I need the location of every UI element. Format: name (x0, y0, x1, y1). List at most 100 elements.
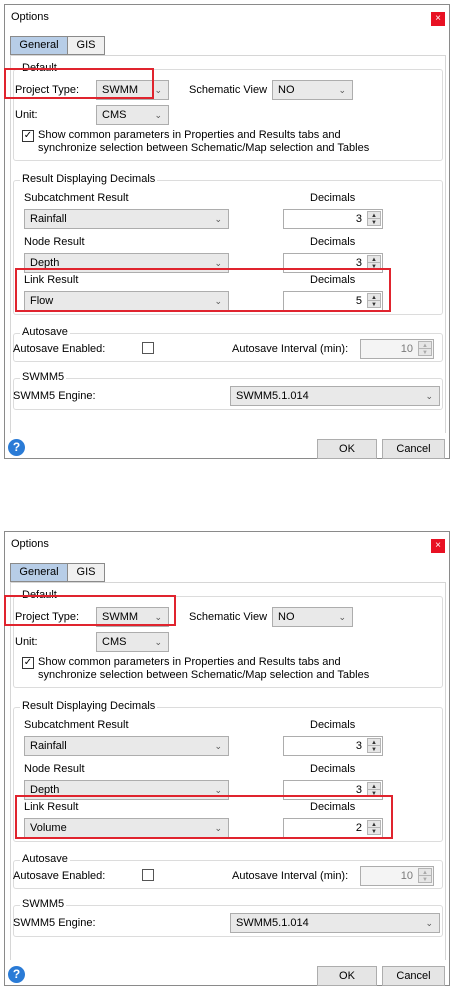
sync-text-line1: Show common parameters in Properties and… (38, 656, 341, 668)
schematic-view-dropdown[interactable]: NO ⌄ (272, 80, 353, 100)
autosave-interval-input[interactable]: 10 ▲ ▼ (360, 866, 434, 886)
cancel-button[interactable]: Cancel (382, 966, 445, 986)
tab-general[interactable]: General (10, 563, 68, 582)
close-icon[interactable]: × (431, 12, 445, 26)
subcatchment-decimals-value: 3 (355, 740, 362, 752)
title-bar: Options × (5, 532, 449, 557)
ok-button[interactable]: OK (317, 966, 377, 986)
schematic-view-value: NO (278, 84, 295, 96)
autosave-enabled-label: Autosave Enabled: (13, 343, 106, 355)
subcatchment-result-label: Subcatchment Result (24, 719, 129, 731)
subcatchment-decimals-input[interactable]: 3 ▲ ▼ (283, 209, 383, 229)
subcatchment-result-dropdown[interactable]: Rainfall ⌄ (24, 209, 229, 229)
autosave-interval-label: Autosave Interval (min): (232, 343, 349, 355)
spin-down-icon[interactable]: ▼ (418, 348, 432, 356)
options-dialog-2: Options × General GIS Default Project Ty… (4, 531, 450, 986)
spinner[interactable]: ▲ ▼ (418, 868, 432, 884)
sync-checkbox[interactable]: ✓ (22, 130, 34, 142)
subcatchment-decimals-label: Decimals (310, 192, 356, 204)
sync-text-line2: synchronize selection between Schematic/… (38, 669, 370, 681)
general-tab-page: Default Project Type: SWMM ⌄ Schematic Vi… (10, 55, 446, 433)
chevron-down-icon: ⌄ (338, 85, 346, 95)
autosave-group: Autosave Autosave Enabled: Autosave Inte… (13, 326, 443, 362)
cancel-button[interactable]: Cancel (382, 439, 445, 459)
spin-down-icon[interactable]: ▼ (367, 745, 381, 753)
schematic-view-label: Schematic View (189, 84, 268, 96)
sync-checkbox[interactable]: ✓ (22, 657, 34, 669)
sync-text-line1: Show common parameters in Properties and… (38, 129, 341, 141)
chevron-down-icon: ⌄ (425, 918, 433, 928)
spinner[interactable]: ▲ ▼ (418, 341, 432, 357)
autosave-group: Autosave Autosave Enabled: Autosave Inte… (13, 853, 443, 889)
highlight-project-type (4, 68, 154, 99)
ok-button[interactable]: OK (317, 439, 377, 459)
unit-dropdown[interactable]: CMS ⌄ (96, 632, 169, 652)
subcatchment-result-value: Rainfall (30, 740, 67, 752)
node-decimals-label: Decimals (310, 236, 356, 248)
autosave-enabled-checkbox[interactable] (142, 342, 154, 354)
autosave-interval-value: 10 (400, 870, 413, 882)
chevron-down-icon: ⌄ (154, 637, 162, 647)
node-result-label: Node Result (24, 236, 85, 248)
help-icon[interactable]: ? (8, 966, 25, 983)
sync-text-line2: synchronize selection between Schematic/… (38, 142, 370, 154)
swmm5-engine-dropdown[interactable]: SWMM5.1.014 ⌄ (230, 386, 440, 406)
swmm5-engine-value: SWMM5.1.014 (236, 390, 309, 402)
subcatchment-result-value: Rainfall (30, 213, 67, 225)
schematic-view-label: Schematic View (189, 611, 268, 623)
help-icon[interactable]: ? (8, 439, 25, 456)
spin-down-icon[interactable]: ▼ (367, 218, 381, 226)
autosave-interval-input[interactable]: 10 ▲ ▼ (360, 339, 434, 359)
swmm5-engine-label: SWMM5 Engine: (13, 917, 96, 929)
chevron-down-icon: ⌄ (425, 391, 433, 401)
autosave-interval-label: Autosave Interval (min): (232, 870, 349, 882)
tab-gis[interactable]: GIS (67, 563, 105, 582)
close-icon[interactable]: × (431, 539, 445, 553)
unit-label: Unit: (15, 109, 38, 121)
swmm5-group: SWMM5 SWMM5 Engine: SWMM5.1.014 ⌄ (13, 898, 443, 937)
autosave-enabled-label: Autosave Enabled: (13, 870, 106, 882)
check-icon: ✓ (23, 657, 33, 668)
swmm5-engine-dropdown[interactable]: SWMM5.1.014 ⌄ (230, 913, 440, 933)
highlight-project-type (4, 595, 176, 626)
spinner[interactable]: ▲ ▼ (367, 738, 381, 754)
chevron-down-icon: ⌄ (338, 612, 346, 622)
autosave-enabled-checkbox[interactable] (142, 869, 154, 881)
subcatchment-decimals-input[interactable]: 3 ▲ ▼ (283, 736, 383, 756)
schematic-view-dropdown[interactable]: NO ⌄ (272, 607, 353, 627)
decimals-group-legend: Result Displaying Decimals (20, 700, 158, 712)
options-dialog-1: Options × General GIS Default Project Ty… (4, 4, 450, 459)
decimals-group-legend: Result Displaying Decimals (20, 173, 158, 185)
unit-dropdown[interactable]: CMS ⌄ (96, 105, 169, 125)
tab-gis[interactable]: GIS (67, 36, 105, 55)
unit-value: CMS (102, 636, 127, 648)
autosave-group-legend: Autosave (20, 853, 70, 865)
schematic-view-value: NO (278, 611, 295, 623)
subcatchment-decimals-value: 3 (355, 213, 362, 225)
autosave-interval-value: 10 (400, 343, 413, 355)
chevron-down-icon: ⌄ (154, 85, 162, 95)
node-result-label: Node Result (24, 763, 85, 775)
highlight-link-result (15, 268, 391, 312)
subcatchment-result-dropdown[interactable]: Rainfall ⌄ (24, 736, 229, 756)
tab-general[interactable]: General (10, 36, 68, 55)
swmm5-engine-value: SWMM5.1.014 (236, 917, 309, 929)
dialog-title: Options (11, 538, 49, 550)
unit-value: CMS (102, 109, 127, 121)
spinner[interactable]: ▲ ▼ (367, 211, 381, 227)
general-tab-page: Default Project Type: SWMM ⌄ Schematic Vi… (10, 582, 446, 960)
subcatchment-result-label: Subcatchment Result (24, 192, 129, 204)
spin-down-icon[interactable]: ▼ (418, 875, 432, 883)
chevron-down-icon: ⌄ (214, 214, 222, 224)
autosave-group-legend: Autosave (20, 326, 70, 338)
title-bar: Options × (5, 5, 449, 30)
chevron-down-icon: ⌄ (154, 110, 162, 120)
highlight-link-result (15, 795, 393, 839)
swmm5-group-legend: SWMM5 (20, 898, 67, 910)
dialog-title: Options (11, 11, 49, 23)
swmm5-group: SWMM5 SWMM5 Engine: SWMM5.1.014 ⌄ (13, 371, 443, 410)
check-icon: ✓ (23, 130, 33, 141)
swmm5-group-legend: SWMM5 (20, 371, 67, 383)
chevron-down-icon: ⌄ (214, 741, 222, 751)
unit-label: Unit: (15, 636, 38, 648)
